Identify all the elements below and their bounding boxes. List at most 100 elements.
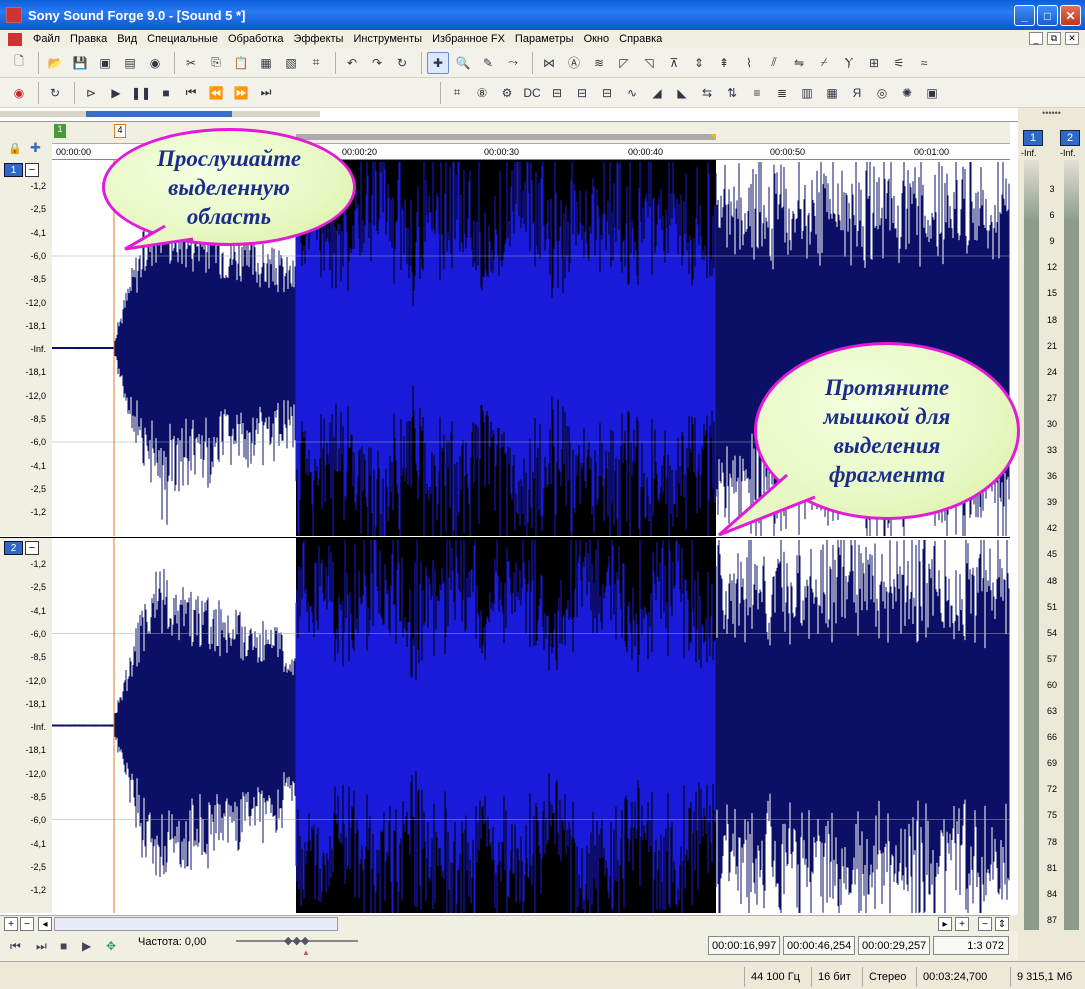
process-10-icon[interactable]: ⫽ [763,52,785,74]
vzoom-out-icon[interactable]: − [978,917,992,931]
mdi-minimize-button[interactable]: _ [1029,32,1043,45]
eq-3-icon[interactable]: ⊟ [596,82,618,104]
vzoom-in-icon[interactable]: + [955,917,969,931]
process-3-icon[interactable]: ≋ [588,52,610,74]
fx-2-icon[interactable]: ⑧ [471,82,493,104]
trim-icon[interactable]: ⌗ [305,52,327,74]
zoom-in-icon[interactable]: + [4,917,18,931]
maximize-button[interactable]: □ [1037,5,1058,26]
record-icon[interactable]: ◉ [8,82,30,104]
stop-icon[interactable]: ■ [60,939,67,953]
minimize-button[interactable]: _ [1014,5,1035,26]
zoom-out-icon[interactable]: − [20,917,34,931]
snap-icon[interactable]: ✚ [30,140,41,156]
paste-icon[interactable]: 📋 [230,52,252,74]
fx-20-icon[interactable]: ▣ [921,82,943,104]
playbar-scrub-icon[interactable]: ✥ [106,939,116,953]
pause-icon[interactable]: ❚❚ [130,82,152,104]
channel-2-number[interactable]: 2 [4,541,23,555]
menu-help[interactable]: Справка [614,33,667,45]
menu-file[interactable]: Файл [28,33,65,45]
close-button[interactable]: ✕ [1060,5,1081,26]
selection-end[interactable]: 00:00:46,254 [783,936,855,955]
process-4-icon[interactable]: ◸ [613,52,635,74]
process-5-icon[interactable]: ◹ [638,52,660,74]
scroll-left-icon[interactable]: ◂ [38,917,52,931]
loop-end-marker[interactable] [710,134,716,140]
channel-2-collapse-button[interactable]: − [25,541,39,555]
process-am-icon[interactable]: Ⓐ [563,52,585,74]
menu-process[interactable]: Обработка [223,33,288,45]
go-end-icon[interactable]: ⏭ [36,939,47,954]
forward-icon[interactable]: ⏩ [230,82,252,104]
overview-bar[interactable] [0,108,1018,122]
fx-19-icon[interactable]: ✺ [896,82,918,104]
menu-effects[interactable]: Эффекты [288,33,348,45]
save-as-icon[interactable]: ▣ [94,52,116,74]
process-7-icon[interactable]: ⇕ [688,52,710,74]
waveform-channel-2[interactable] [52,538,1010,913]
menu-tools[interactable]: Инструменты [348,33,427,45]
mdi-close-button[interactable]: ✕ [1065,32,1079,45]
magnify-tool-icon[interactable]: 🔍 [452,52,474,74]
play-icon[interactable]: ▶ [82,939,91,953]
copy-icon[interactable]: ⎘ [205,52,227,74]
new-icon[interactable]: 🗋 [8,52,30,74]
fx-15-icon[interactable]: ▥ [796,82,818,104]
lock-icon[interactable]: 🔒 [8,142,22,155]
selection-range-bar[interactable] [296,134,716,140]
save-icon[interactable]: 💾 [69,52,91,74]
stop-icon[interactable]: ■ [155,82,177,104]
process-16-icon[interactable]: ≈ [913,52,935,74]
fx-1-icon[interactable]: ⌗ [446,82,468,104]
channel-1-number[interactable]: 1 [4,163,23,177]
redo-icon[interactable]: ↷ [366,52,388,74]
mdi-restore-button[interactable]: ⧉ [1047,32,1061,45]
fx-13-icon[interactable]: ≡ [746,82,768,104]
channel-1-collapse-button[interactable]: − [25,163,39,177]
meter-channel-2[interactable]: 2 [1060,130,1080,146]
process-11-icon[interactable]: ⇋ [788,52,810,74]
marker-1[interactable]: 1 [54,124,66,138]
fx-16-icon[interactable]: ▦ [821,82,843,104]
zoom-ratio[interactable]: 1:3 072 [933,936,1009,955]
envelope-tool-icon[interactable]: ⤳ [502,52,524,74]
selection-start[interactable]: 00:00:16,997 [708,936,780,955]
process-9-icon[interactable]: ⌇ [738,52,760,74]
eq-2-icon[interactable]: ⊟ [571,82,593,104]
go-start-icon[interactable]: ⏮ [10,939,21,954]
fx-3-icon[interactable]: ⚙ [496,82,518,104]
fx-17-icon[interactable]: Я [846,82,868,104]
mix-icon[interactable]: ▦ [255,52,277,74]
process-15-icon[interactable]: ⚟ [888,52,910,74]
meter-channel-1[interactable]: 1 [1023,130,1043,146]
menu-edit[interactable]: Правка [65,33,112,45]
fx-14-icon[interactable]: ≣ [771,82,793,104]
fx-11-icon[interactable]: ⇆ [696,82,718,104]
playback-rate-slider[interactable]: ◆◆◆ ▲ [236,935,358,957]
horizontal-scrollbar[interactable]: + − ◂ ▸ + − ⇕ [0,915,1010,931]
web-icon[interactable]: ◉ [144,52,166,74]
play-all-icon[interactable]: ⊳ [80,82,102,104]
process-14-icon[interactable]: ⊞ [863,52,885,74]
open-icon[interactable]: 📂 [44,52,66,74]
meter-grip[interactable]: •••••• [1018,108,1085,124]
menu-window[interactable]: Окно [579,33,615,45]
slider-thumb[interactable]: ◆◆◆ [284,934,309,948]
fx-12-icon[interactable]: ⇅ [721,82,743,104]
cut-icon[interactable]: ✂ [180,52,202,74]
fx-9-icon[interactable]: ◢ [646,82,668,104]
process-6-icon[interactable]: ⊼ [663,52,685,74]
process-13-icon[interactable]: Ⲩ [838,52,860,74]
process-12-icon[interactable]: ⌿ [813,52,835,74]
fx-10-icon[interactable]: ◣ [671,82,693,104]
crossfade-icon[interactable]: ▧ [280,52,302,74]
overview-selection[interactable] [86,111,232,117]
repeat-icon[interactable]: ↻ [391,52,413,74]
menu-favorites[interactable]: Избранное FX [427,33,510,45]
fx-8-icon[interactable]: ∿ [621,82,643,104]
play-icon[interactable]: ▶ [105,82,127,104]
eq-1-icon[interactable]: ⊟ [546,82,568,104]
menu-special[interactable]: Специальные [142,33,223,45]
edit-tool-icon[interactable]: ✚ [427,51,449,74]
